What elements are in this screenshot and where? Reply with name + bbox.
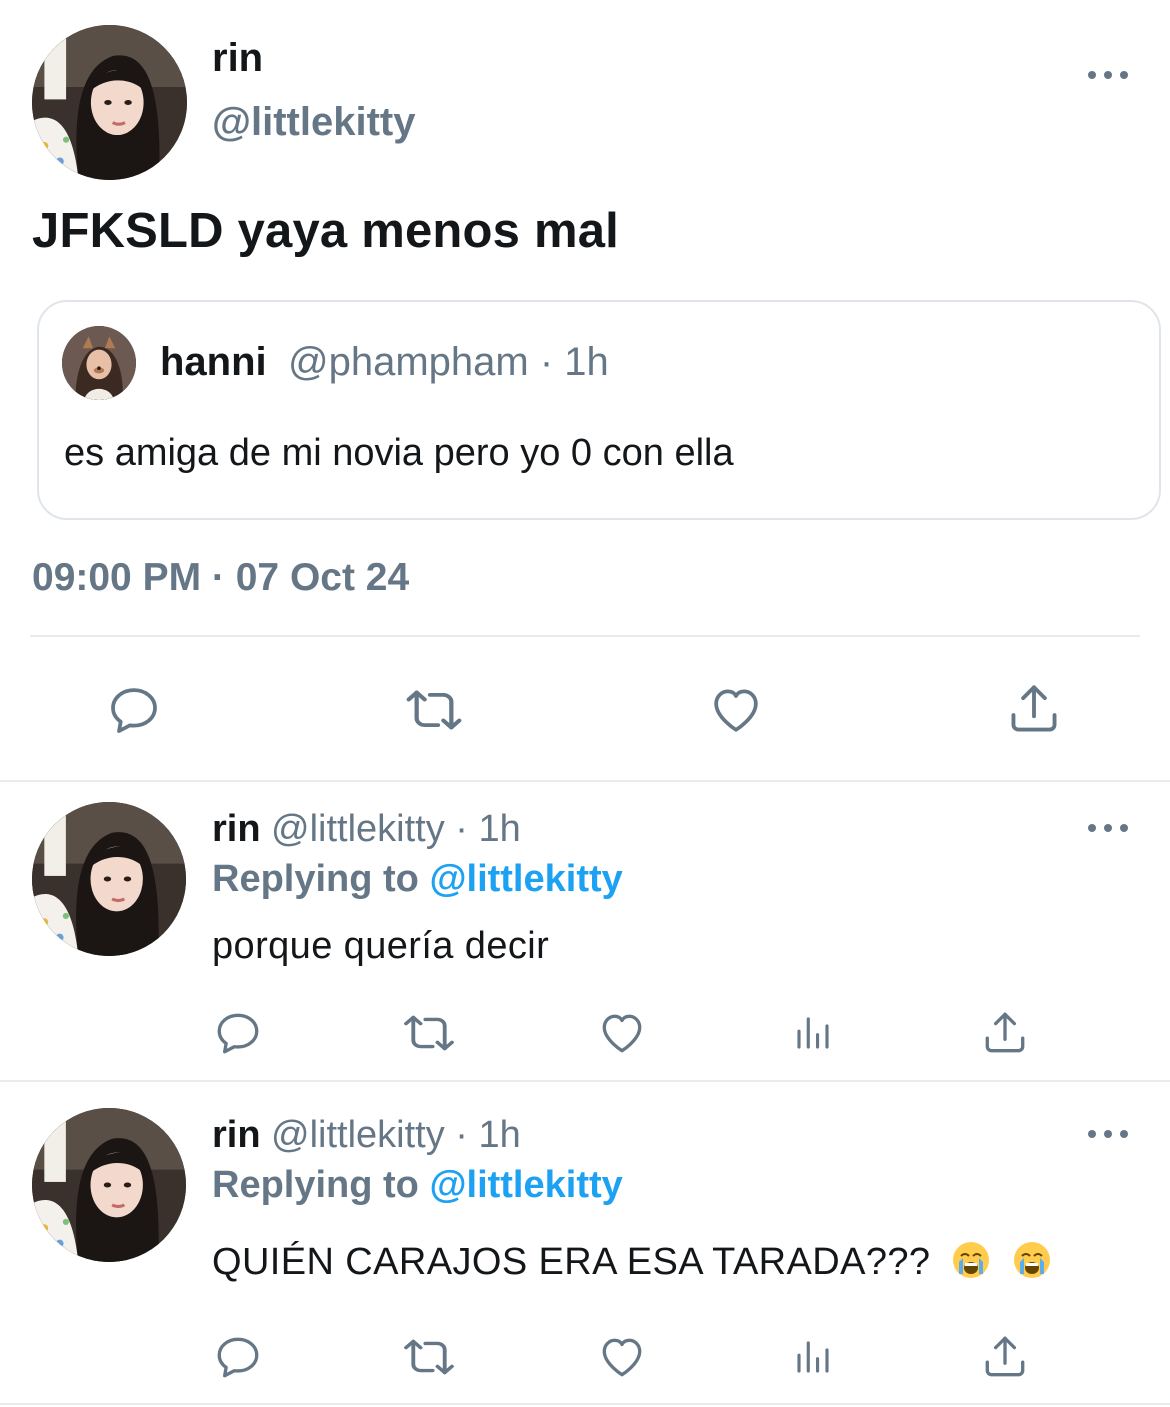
loudly-crying-face-icon bbox=[1012, 1240, 1052, 1280]
analytics-icon[interactable] bbox=[792, 1012, 834, 1054]
quote-text: es amiga de mi novia pero yo 0 con ella bbox=[64, 432, 734, 474]
avatar[interactable] bbox=[32, 25, 187, 180]
author-handle[interactable]: @littlekitty · 1h bbox=[271, 808, 521, 850]
retweet-icon[interactable] bbox=[400, 1332, 458, 1382]
author-name[interactable]: rin bbox=[212, 36, 263, 81]
divider bbox=[30, 635, 1140, 637]
reply-icon[interactable] bbox=[213, 1008, 263, 1058]
more-icon[interactable] bbox=[1088, 1124, 1128, 1144]
quote-author-name: hanni bbox=[160, 340, 267, 384]
reply-text-row: QUIÉN CARAJOS ERA ESA TARADA??? bbox=[212, 1240, 1052, 1284]
more-icon[interactable] bbox=[1088, 818, 1128, 838]
tweet-timestamp[interactable]: 09:00 PM · 07 Oct 24 bbox=[32, 556, 409, 600]
analytics-icon[interactable] bbox=[792, 1336, 834, 1378]
quote-author-handle: @phampham · 1h bbox=[288, 340, 609, 384]
avatar[interactable] bbox=[32, 1108, 186, 1262]
reply-text: QUIÉN CARAJOS ERA ESA TARADA??? bbox=[212, 1241, 931, 1283]
reply-icon[interactable] bbox=[213, 1332, 263, 1382]
divider bbox=[0, 1403, 1170, 1405]
share-icon[interactable] bbox=[980, 1008, 1030, 1058]
quote-avatar[interactable] bbox=[62, 326, 136, 400]
divider bbox=[0, 1080, 1170, 1082]
mention-link[interactable]: @littlekitty bbox=[429, 1164, 622, 1206]
tweet-text: JFKSLD yaya menos mal bbox=[32, 204, 619, 258]
avatar[interactable] bbox=[32, 802, 186, 956]
retweet-icon[interactable] bbox=[400, 1008, 458, 1058]
divider bbox=[0, 780, 1170, 782]
share-icon[interactable] bbox=[1005, 680, 1063, 738]
heart-icon[interactable] bbox=[596, 1332, 648, 1382]
replying-to: Replying to @littlekitty bbox=[212, 858, 623, 901]
author-name[interactable]: rin bbox=[212, 808, 261, 850]
replying-to-label: Replying to bbox=[212, 1164, 419, 1206]
reply-text: porque quería decir bbox=[212, 925, 550, 967]
share-icon[interactable] bbox=[980, 1332, 1030, 1382]
loudly-crying-face-icon bbox=[951, 1240, 991, 1280]
reply-icon[interactable] bbox=[106, 682, 162, 738]
reply-header: rin @littlekitty · 1h bbox=[212, 1114, 521, 1157]
retweet-icon[interactable] bbox=[402, 682, 466, 738]
quoted-tweet[interactable] bbox=[37, 300, 1161, 520]
author-handle[interactable]: @littlekitty · 1h bbox=[271, 1114, 521, 1156]
mention-link[interactable]: @littlekitty bbox=[429, 858, 622, 900]
heart-icon[interactable] bbox=[706, 682, 766, 738]
author-name[interactable]: rin bbox=[212, 1114, 261, 1156]
heart-icon[interactable] bbox=[596, 1008, 648, 1058]
more-icon[interactable] bbox=[1088, 65, 1128, 85]
author-handle[interactable]: @littlekitty bbox=[212, 100, 415, 145]
replying-to-label: Replying to bbox=[212, 858, 419, 900]
reply-header: rin @littlekitty · 1h bbox=[212, 808, 521, 851]
replying-to: Replying to @littlekitty bbox=[212, 1164, 623, 1207]
